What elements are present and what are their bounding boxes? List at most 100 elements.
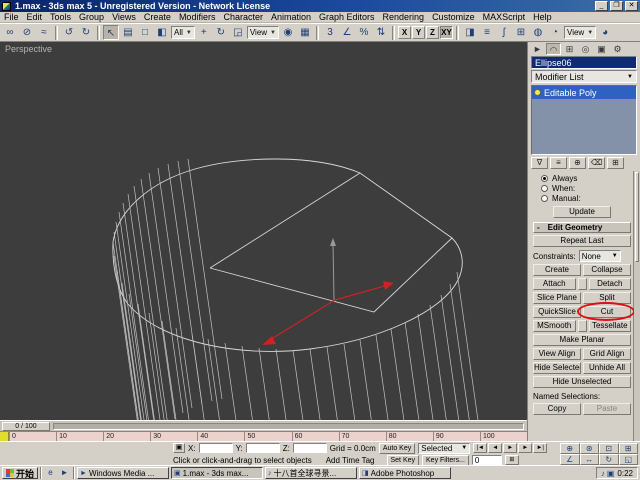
min-max-toggle-button[interactable]: ◱ xyxy=(619,454,639,465)
radio-icon[interactable] xyxy=(541,195,548,202)
previous-frame-button[interactable]: ◄ xyxy=(488,443,502,453)
menu-item[interactable]: Help xyxy=(529,12,556,23)
tessellate-button[interactable]: Tessellate xyxy=(589,320,632,332)
current-frame-field[interactable]: 0 xyxy=(472,455,502,465)
start-button[interactable]: 开始 xyxy=(2,467,38,479)
quick-launch-browser[interactable]: e xyxy=(44,467,57,479)
task-3dsmax[interactable]: ▣ 1.max - 3ds max... xyxy=(171,467,263,479)
tab-hierarchy[interactable]: ⊞ xyxy=(562,43,577,55)
add-time-tag[interactable]: Add Time Tag xyxy=(326,456,375,465)
bind-to-space-warp-icon[interactable]: ≈ xyxy=(36,25,52,40)
time-slider[interactable]: 0 / 100 xyxy=(0,420,527,431)
restrict-z-button[interactable]: Z xyxy=(426,26,439,39)
restrict-x-button[interactable]: X xyxy=(398,26,411,39)
maximize-button[interactable]: ❐ xyxy=(610,1,623,11)
use-pivot-point-center-icon[interactable]: ◉ xyxy=(280,25,296,40)
redo-icon[interactable]: ↻ xyxy=(78,25,94,40)
unlink-selection-icon[interactable]: ⊘ xyxy=(19,25,35,40)
tab-display[interactable]: ▣ xyxy=(594,43,609,55)
menu-item[interactable]: Edit xyxy=(23,12,47,23)
menu-item[interactable]: MAXScript xyxy=(479,12,530,23)
quickslice-button[interactable]: QuickSlice xyxy=(533,306,581,318)
split-button[interactable]: Split xyxy=(583,292,631,304)
menu-item[interactable]: Rendering xyxy=(379,12,429,23)
set-key-button[interactable]: Set Key xyxy=(387,455,420,466)
update-option-always[interactable]: Always xyxy=(541,173,631,183)
select-and-rotate-icon[interactable]: ↻ xyxy=(213,25,229,40)
time-slider-handle[interactable]: 0 / 100 xyxy=(2,422,50,431)
select-and-manipulate-icon[interactable]: ▦ xyxy=(297,25,313,40)
mirror-icon[interactable]: ◨ xyxy=(462,25,478,40)
perspective-viewport[interactable]: Perspective xyxy=(0,42,527,420)
constraints-dropdown[interactable]: None ▼ xyxy=(579,250,621,262)
menu-item[interactable]: Animation xyxy=(267,12,315,23)
select-and-move-icon[interactable]: + xyxy=(196,25,212,40)
field-of-view-button[interactable]: ∠ xyxy=(560,454,580,465)
visibility-bulb-icon[interactable] xyxy=(534,89,541,96)
hide-unselected-button[interactable]: Hide Unselected xyxy=(533,376,631,388)
tab-utilities[interactable]: ⚙ xyxy=(610,43,625,55)
curve-editor-icon[interactable]: ∫ xyxy=(496,25,512,40)
restrict-y-button[interactable]: Y xyxy=(412,26,425,39)
arc-rotate-button[interactable]: ↻ xyxy=(599,454,619,465)
grid-align-button[interactable]: Grid Align xyxy=(583,348,631,360)
undo-icon[interactable]: ↺ xyxy=(61,25,77,40)
play-button[interactable]: ► xyxy=(503,443,517,453)
auto-key-button[interactable]: Auto Key xyxy=(379,443,415,454)
go-to-start-button[interactable]: |◄ xyxy=(473,443,487,453)
stack-item-editable-poly[interactable]: Editable Poly xyxy=(532,86,636,99)
slice-plane-button[interactable]: Slice Plane xyxy=(533,292,581,304)
zoom-button[interactable]: ⊕ xyxy=(560,443,580,454)
tab-motion[interactable]: ◎ xyxy=(578,43,593,55)
view-align-button[interactable]: View Align xyxy=(533,348,581,360)
task-playlist[interactable]: ♪ 十八首全球寻景... xyxy=(265,467,357,479)
window-crossing-icon[interactable]: ◧ xyxy=(154,25,170,40)
quick-render-icon[interactable]: ◕ xyxy=(597,25,613,40)
select-object-icon[interactable]: ↖ xyxy=(103,25,119,40)
menu-item[interactable]: Group xyxy=(75,12,108,23)
time-slider-track[interactable] xyxy=(53,423,524,430)
zoom-extents-all-button[interactable]: ⊞ xyxy=(619,443,639,454)
panel-scrollbar[interactable] xyxy=(633,171,640,441)
repeat-last-button[interactable]: Repeat Last xyxy=(533,235,631,247)
menu-item[interactable]: Graph Editors xyxy=(315,12,379,23)
select-and-scale-icon[interactable]: ◲ xyxy=(230,25,246,40)
rectangular-selection-region-icon[interactable]: □ xyxy=(137,25,153,40)
radio-icon[interactable] xyxy=(541,175,548,182)
select-by-name-icon[interactable]: ▤ xyxy=(120,25,136,40)
angle-snap-icon[interactable]: ∠ xyxy=(339,25,355,40)
task-photoshop[interactable]: ◨ Adobe Photoshop xyxy=(359,467,451,479)
create-button[interactable]: Create xyxy=(533,264,581,276)
menu-item[interactable]: File xyxy=(0,12,23,23)
z-coordinate-field[interactable] xyxy=(293,443,327,453)
zoom-all-button[interactable]: ⊛ xyxy=(580,443,600,454)
edit-geometry-rollout-header[interactable]: - Edit Geometry xyxy=(533,222,631,233)
time-configuration-button[interactable]: ⊞ xyxy=(505,455,519,465)
menu-item[interactable]: Customize xyxy=(428,12,479,23)
transform-gizmo[interactable] xyxy=(262,238,394,345)
render-type-dropdown[interactable]: View ▼ xyxy=(564,26,596,39)
pin-stack-button[interactable]: ∇ xyxy=(531,157,548,169)
select-and-link-icon[interactable]: ∞ xyxy=(2,25,18,40)
attach-settings-button[interactable] xyxy=(578,278,587,290)
y-coordinate-field[interactable] xyxy=(246,443,280,453)
go-to-end-button[interactable]: ►| xyxy=(533,443,547,453)
next-frame-button[interactable]: ► xyxy=(518,443,532,453)
tab-create[interactable]: ► xyxy=(530,43,545,55)
object-name-field[interactable]: Ellipse06 xyxy=(531,56,637,69)
selection-set-dropdown[interactable]: Selected ▼ xyxy=(418,443,470,454)
render-scene-icon[interactable]: ◔ xyxy=(547,25,563,40)
attach-button[interactable]: Attach xyxy=(533,278,576,290)
zoom-extents-button[interactable]: ⊡ xyxy=(599,443,619,454)
menu-item[interactable]: Create xyxy=(140,12,175,23)
minimize-button[interactable]: _ xyxy=(595,1,608,11)
key-filters-button[interactable]: Key Filters... xyxy=(422,455,469,466)
menu-item[interactable]: Character xyxy=(219,12,267,23)
update-button[interactable]: Update xyxy=(553,206,611,218)
msmooth-settings-button[interactable] xyxy=(578,320,587,332)
detach-button[interactable]: Detach xyxy=(589,278,632,290)
schematic-view-icon[interactable]: ⊞ xyxy=(513,25,529,40)
msmooth-button[interactable]: MSmooth xyxy=(533,320,576,332)
menu-item[interactable]: Modifiers xyxy=(175,12,220,23)
make-unique-button[interactable]: ⊕ xyxy=(569,157,586,169)
